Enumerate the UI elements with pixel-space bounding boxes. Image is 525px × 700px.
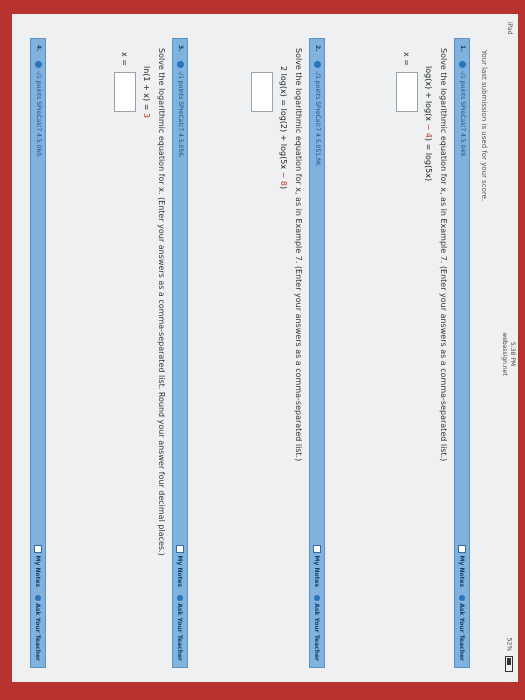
question-body-2: Solve the logarithmic equation for x, as… (251, 48, 303, 461)
question-instruction: Solve the logarithmic equation for x, as… (294, 48, 303, 462)
battery-percent: 52% (505, 637, 513, 652)
status-dot-icon (314, 61, 321, 68)
answer-label: x = (402, 52, 412, 66)
question-number: 4. (35, 45, 42, 52)
question-header-2: 2. -/1 points SPreCalc7 4.5.051.MI. My N… (309, 38, 325, 668)
question-points: -/1 points SPreCalc7 4.5.049. (459, 71, 466, 158)
answer-input-1[interactable] (396, 72, 418, 112)
answer-label: x = (120, 52, 130, 66)
question-header-1: 1. -/1 points SPreCalc7 4.5.049. My Note… (454, 38, 470, 668)
ask-teacher-icon (459, 595, 465, 602)
status-dot-icon (177, 61, 184, 68)
checkbox-icon (176, 545, 184, 554)
my-notes-button[interactable]: My Notes (313, 545, 321, 587)
question-number: 3. (177, 45, 184, 52)
status-dot-icon (459, 61, 466, 68)
my-notes-button[interactable]: My Notes (34, 545, 42, 587)
question-instruction: Solve the logarithmic equation for x. (E… (157, 48, 166, 556)
question-body-1: Solve the logarithmic equation for x, as… (396, 48, 448, 461)
checkbox-icon (34, 545, 42, 554)
submission-notice: Your last submission is used for your sc… (480, 50, 488, 202)
answer-input-3[interactable] (114, 72, 136, 112)
question-points: -/1 points SPreCalc7 4.5.056. (177, 71, 184, 158)
ask-teacher-icon (35, 595, 41, 602)
ask-teacher-button[interactable]: Ask Your Teacher (177, 589, 184, 661)
checkbox-icon (458, 545, 466, 554)
status-time: 5:38 PM (509, 341, 516, 367)
status-dot-icon (35, 61, 42, 68)
question-header-3: 3. -/1 points SPreCalc7 4.5.056. My Note… (172, 38, 188, 668)
ask-teacher-button[interactable]: Ask Your Teacher (35, 589, 42, 661)
tablet-screen: iPad 5:38 PM webassign.net 52% Your last… (12, 14, 518, 682)
question-equation: 2 log(x) = log(2) + log(5x − 8) (279, 66, 288, 190)
ask-teacher-icon (177, 595, 183, 602)
question-number: 2. (314, 45, 321, 52)
my-notes-button[interactable]: My Notes (458, 545, 466, 587)
ask-teacher-button[interactable]: Ask Your Teacher (314, 589, 321, 661)
question-equation: ln(1 + x) = 3 (142, 66, 151, 119)
status-bar: iPad 5:38 PM webassign.net 52% (494, 14, 518, 682)
ask-teacher-button[interactable]: Ask Your Teacher (459, 589, 466, 661)
question-header-4: 4. -/1 points SPreCalc7 4.5.060. My Note… (30, 38, 46, 668)
my-notes-button[interactable]: My Notes (176, 545, 184, 587)
battery-status: 52% (505, 638, 513, 672)
question-number: 1. (459, 45, 466, 52)
ask-teacher-icon (314, 595, 320, 602)
question-body-3: Solve the logarithmic equation for x. (E… (114, 48, 166, 556)
checkbox-icon (313, 545, 321, 554)
status-url: webassign.net (501, 332, 508, 376)
question-points: -/1 points SPreCalc7 4.5.060. (35, 71, 42, 158)
device-name: iPad (506, 22, 513, 35)
answer-input-2[interactable] (251, 72, 273, 112)
webassign-page: iPad 5:38 PM webassign.net 52% Your last… (12, 14, 518, 682)
battery-icon (505, 656, 513, 672)
question-equation: log(x) + log(x − 4) = log(5x) (424, 66, 433, 182)
question-points: -/1 points SPreCalc7 4.5.051.MI. (314, 71, 321, 167)
question-instruction: Solve the logarithmic equation for x, as… (439, 48, 448, 462)
